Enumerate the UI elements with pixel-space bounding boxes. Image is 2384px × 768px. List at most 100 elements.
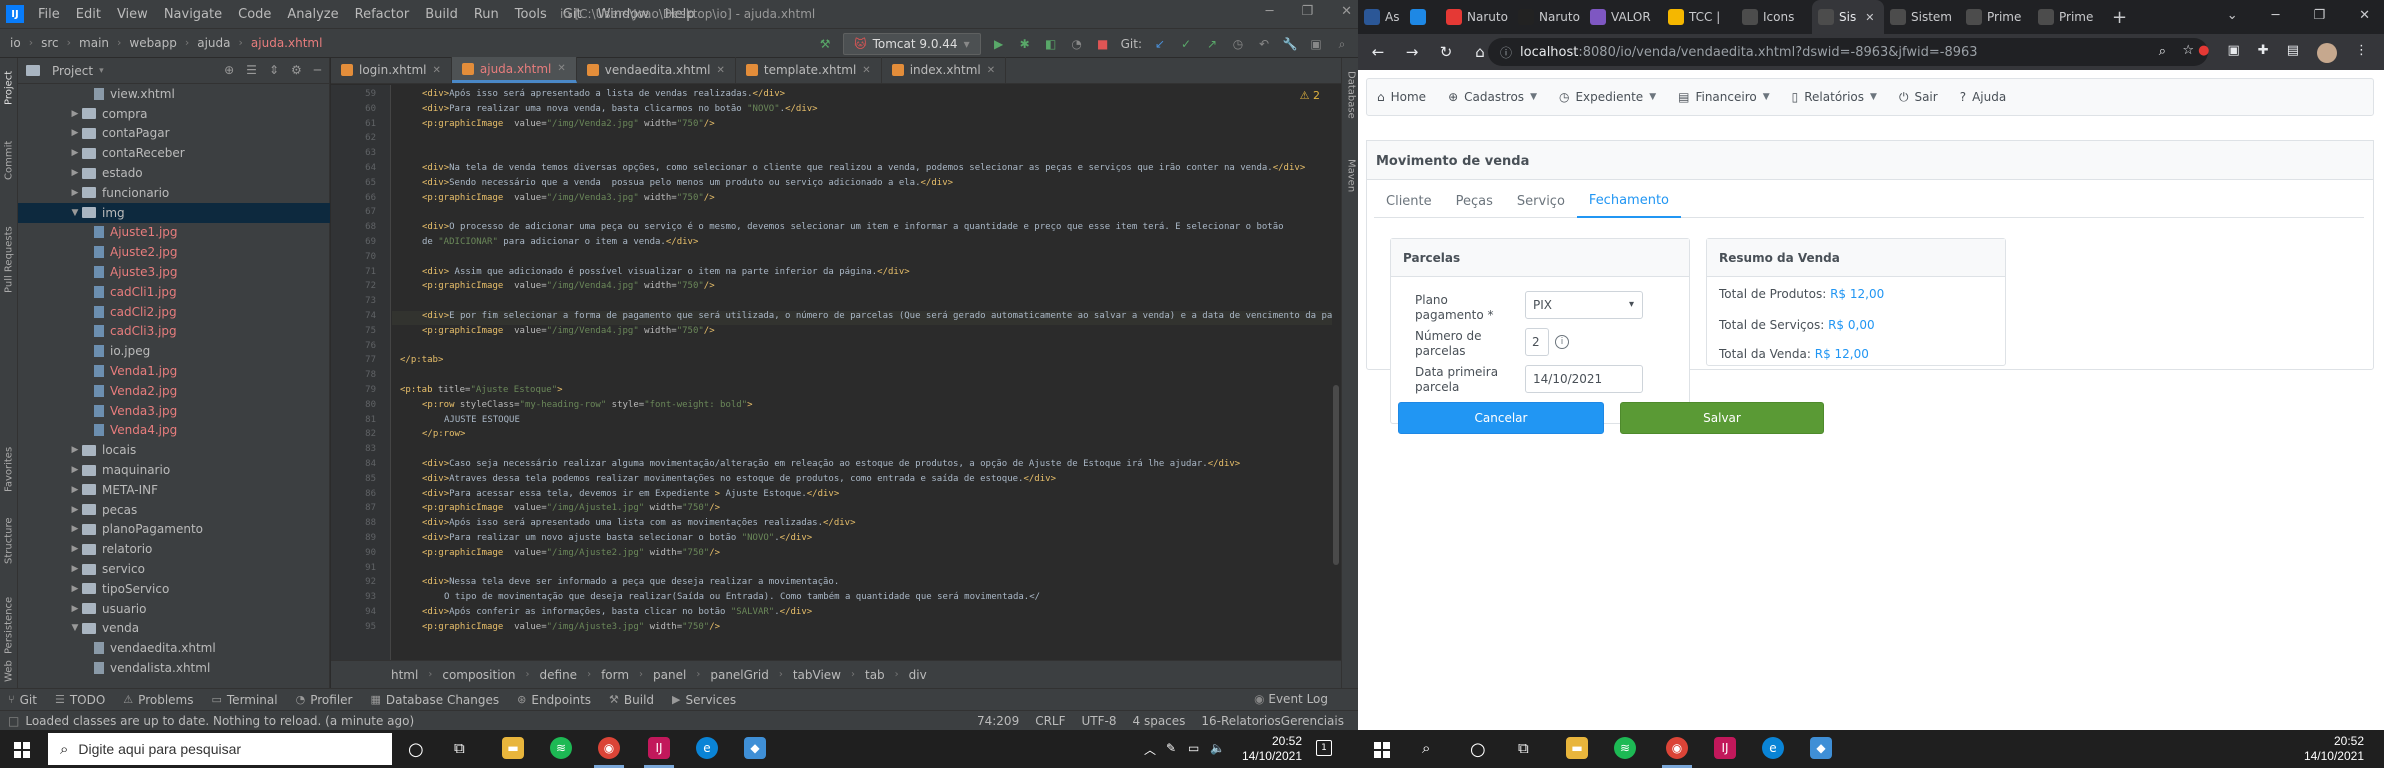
cancel-button[interactable]: Cancelar [1398,402,1604,434]
reading-list-icon[interactable]: ▤ [2287,43,2299,63]
collapsed-arrow-icon[interactable]: ▶ [68,445,82,455]
app-cube-icon[interactable]: ◆ [744,737,766,759]
app-menu-sair[interactable]: ⏻ Sair [1899,90,1938,105]
structure-tool-tab[interactable]: Structure [0,508,18,574]
browser-tab[interactable]: Sis ✕ [1812,0,1884,34]
code-breadcrumb-item[interactable]: tabView [793,668,841,682]
intellij-icon[interactable]: IJ [648,737,670,759]
tool-window-todo[interactable]: ☰ TODO [55,693,105,707]
code-breadcrumb-item[interactable]: form [601,668,629,682]
menu-analyze[interactable]: Analyze [279,7,346,22]
menu-view[interactable]: View [109,7,156,22]
intellij-icon[interactable]: IJ [1714,737,1736,759]
expanded-arrow-icon[interactable]: ▼ [68,623,82,633]
tree-item[interactable]: ▶ pecas [18,500,330,520]
edge-icon[interactable]: e [696,737,718,759]
code-breadcrumb-item[interactable]: panelGrid [710,668,768,682]
profile-avatar[interactable] [2317,43,2337,63]
bookmark-star-icon[interactable]: ☆ [2182,43,2194,58]
menu-code[interactable]: Code [230,7,279,22]
collapsed-arrow-icon[interactable]: ▶ [68,188,82,198]
tree-item[interactable]: ▶ usuario [18,599,330,619]
taskbar-clock-right[interactable]: 20:52 14/10/2021 [2300,734,2364,764]
address-bar[interactable]: ⓘ localhost:8080/io/venda/vendaedita.xht… [1488,38,2208,66]
browser-tab[interactable]: TCC | [1662,0,1736,34]
app-cube-icon[interactable]: ◆ [1810,737,1832,759]
tab-servio[interactable]: Serviço [1505,184,1577,218]
run-icon[interactable]: ▶ [991,36,1007,52]
menu-build[interactable]: Build [417,7,466,22]
wrench-icon[interactable]: 🔧 [1282,36,1298,52]
app-menu-financeiro[interactable]: ▤ Financeiro ▼ [1678,90,1770,104]
tray-chevron-up-icon[interactable]: ︿ [1144,741,1156,758]
app-menu-home[interactable]: ⌂ Home [1377,90,1426,104]
network-icon[interactable]: ▭ [1188,741,1199,755]
tree-item[interactable]: ▶ maquinario [18,460,330,480]
status-indicator[interactable]: 74:209 [977,714,1019,728]
project-title[interactable]: Project [52,64,93,78]
reload-icon[interactable]: ↻ [1436,43,1456,61]
scrollbar-thumb[interactable] [1333,385,1339,565]
collapsed-arrow-icon[interactable]: ▶ [68,505,82,515]
browser-tab[interactable]: Prime [1960,0,2032,34]
tab-search-icon[interactable]: ⌄ [2227,8,2238,23]
debug-icon[interactable]: ✱ [1017,36,1033,52]
build-hammer-icon[interactable]: ⚒ [817,36,833,52]
menu-tools[interactable]: Tools [507,7,555,22]
save-button[interactable]: Salvar [1620,402,1824,434]
tree-item[interactable]: Venda3.jpg [18,401,330,421]
editor-tab[interactable]: ajuda.xhtml ✕ [451,57,577,83]
tree-item[interactable]: Venda2.jpg [18,381,330,401]
search-icon[interactable]: ⌕ [2159,44,2166,59]
browser-tab[interactable]: Prime [2032,0,2104,34]
new-tab-icon[interactable]: + [2112,7,2127,28]
close-icon[interactable]: ✕ [1341,4,1352,19]
favorites-tool-tab[interactable]: Favorites [0,434,18,504]
tree-item[interactable]: ▼ venda [18,619,330,639]
extension-record-icon[interactable]: ● [2198,43,2209,63]
git-push-icon[interactable]: ↗ [1204,36,1220,52]
collapsed-arrow-icon[interactable]: ▶ [68,109,82,119]
tree-item[interactable]: ▶ META-INF [18,480,330,500]
windows-start-icon[interactable] [14,742,30,758]
collapsed-arrow-icon[interactable]: ▶ [68,524,82,534]
tree-item[interactable]: cadCli2.jpg [18,302,330,322]
code-breadcrumb-item[interactable]: html [391,668,418,682]
tree-item[interactable]: Ajuste2.jpg [18,242,330,262]
collapsed-arrow-icon[interactable]: ▶ [68,148,82,158]
tree-item[interactable]: ▼ img [18,202,330,223]
gear-icon[interactable]: ⚙ [291,63,302,77]
editor-tab[interactable]: index.xhtml ✕ [882,57,1007,83]
chrome-menu-icon[interactable]: ⋮ [2355,43,2368,63]
editor-tab[interactable]: vendaedita.xhtml ✕ [577,57,736,83]
expanded-arrow-icon[interactable]: ▼ [68,208,82,218]
close-tab-icon[interactable]: ✕ [862,65,870,76]
tool-window-problems[interactable]: ⚠ Problems [123,693,193,707]
pull-requests-tool-tab[interactable]: Pull Requests [0,212,18,308]
tree-item[interactable]: Ajuste3.jpg [18,262,330,282]
app-menu-cadastros[interactable]: ⊕ Cadastros ▼ [1448,90,1537,104]
code-breadcrumb-item[interactable]: tab [865,668,885,682]
plano-pagamento-select[interactable]: PIX ▾ [1525,291,1643,319]
tree-item[interactable]: ▶ tipoServico [18,579,330,599]
persistence-tool-tab[interactable]: Persistence [0,588,18,662]
tree-item[interactable]: vendalista.xhtml [18,658,330,678]
tab-fechamento[interactable]: Fechamento [1576,184,1681,218]
breadcrumb-item[interactable]: io [10,36,21,50]
app-menu-expediente[interactable]: ◷ Expediente ▼ [1559,90,1656,104]
hide-icon[interactable]: ─ [314,63,321,77]
tool-window-database-changes[interactable]: ▦ Database Changes [370,693,499,707]
locate-icon[interactable]: ⊕ [224,63,234,77]
chrome-icon[interactable]: ◉ [1666,737,1688,759]
taskbar-search-box[interactable]: ⌕ Digite aqui para pesquisar [48,733,392,765]
info-icon[interactable]: i [1555,335,1569,349]
commit-tool-tab[interactable]: Commit [0,132,18,188]
tree-item[interactable]: ▶ contaPagar [18,124,330,144]
collapsed-arrow-icon[interactable]: ▶ [68,485,82,495]
browser-tab[interactable]: Naruto [1512,0,1584,34]
collapsed-arrow-icon[interactable]: ▶ [68,544,82,554]
code-editor[interactable]: ⚠ 2 59 <div>Após isso será apresentado a … [365,85,1332,660]
home-icon[interactable]: ⌂ [1470,43,1490,61]
collapsed-arrow-icon[interactable]: ▶ [68,584,82,594]
project-tool-tab[interactable]: Project [0,62,18,114]
